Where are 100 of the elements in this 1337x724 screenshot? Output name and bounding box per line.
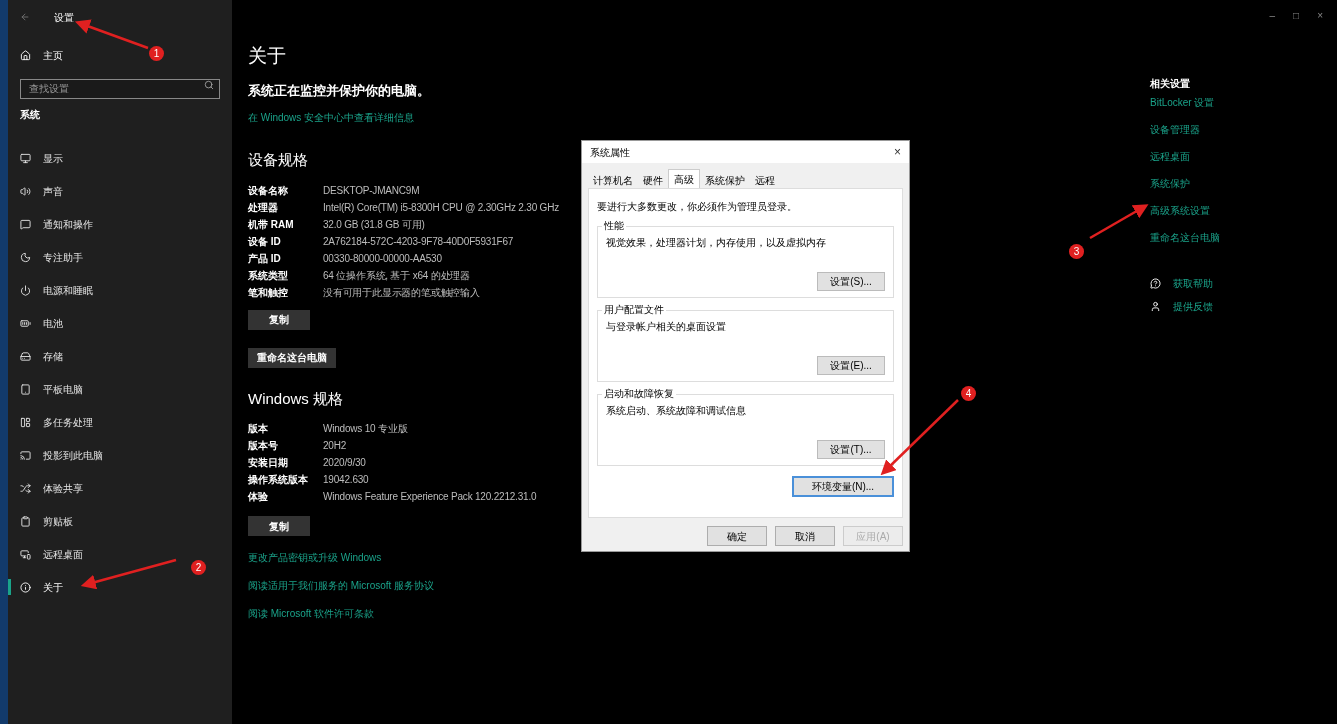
power-icon bbox=[20, 285, 31, 296]
help-link[interactable]: 提供反馈 bbox=[1173, 299, 1213, 314]
group-title: 性能 bbox=[602, 220, 626, 232]
spec-label: 笔和触控 bbox=[248, 285, 289, 300]
sidebar-item[interactable]: 体验共享 bbox=[20, 472, 220, 505]
related-link[interactable]: 重命名这台电脑 bbox=[1150, 232, 1220, 244]
settings-button[interactable]: 设置(E)... bbox=[817, 356, 885, 375]
dialog-tab[interactable]: 计算机名 bbox=[588, 172, 638, 188]
feedback-icon bbox=[1150, 301, 1161, 312]
spec-label: 体验 bbox=[248, 490, 269, 504]
environment-variables-button[interactable]: 环境变量(N)... bbox=[792, 476, 894, 497]
annotation-number: 4 bbox=[961, 386, 976, 401]
tablet-icon bbox=[20, 384, 31, 395]
spec-value: 32.0 GB (31.8 GB 可用) bbox=[323, 217, 425, 232]
spec-label: 机带 RAM bbox=[248, 217, 295, 232]
group-title: 启动和故障恢复 bbox=[602, 388, 676, 400]
moon-icon bbox=[20, 252, 31, 263]
spec-label: 操作系统版本 bbox=[248, 473, 309, 487]
dialog-tab[interactable]: 远程 bbox=[750, 172, 780, 188]
spec-label: 系统类型 bbox=[248, 268, 289, 283]
selection-indicator bbox=[8, 579, 11, 595]
spec-value: 2020/9/30 bbox=[323, 456, 366, 470]
spec-value: 2A762184-572C-4203-9F78-40D0F5931F67 bbox=[323, 234, 514, 249]
group-description: 与登录帐户相关的桌面设置 bbox=[606, 320, 727, 334]
clipboard-icon bbox=[20, 516, 31, 527]
sidebar-item[interactable]: 多任务处理 bbox=[20, 406, 220, 439]
help-link[interactable]: 获取帮助 bbox=[1173, 276, 1213, 291]
spec-value: DESKTOP-JMANC9M bbox=[323, 183, 420, 198]
spec-value: Windows 10 专业版 bbox=[323, 422, 408, 436]
page-title: 关于 bbox=[248, 44, 286, 68]
sidebar-item[interactable]: 显示 bbox=[20, 142, 220, 175]
battery-icon bbox=[20, 318, 31, 329]
section-heading: 设备规格 bbox=[248, 150, 308, 170]
window-control[interactable]: □ bbox=[1293, 8, 1300, 23]
link[interactable]: 更改产品密钥或升级 Windows bbox=[248, 550, 435, 565]
sidebar-item[interactable]: 平板电脑 bbox=[20, 373, 220, 406]
related-link[interactable]: 系统保护 bbox=[1150, 178, 1190, 190]
search-field[interactable]: 查找设置 bbox=[20, 78, 220, 99]
spec-label: 安装日期 bbox=[248, 456, 289, 470]
copy-button[interactable]: 复制 bbox=[248, 309, 310, 330]
dialog-tab[interactable]: 系统保护 bbox=[700, 172, 750, 188]
spec-value: 64 位操作系统, 基于 x64 的处理器 bbox=[323, 268, 470, 283]
help-icon bbox=[1150, 278, 1161, 289]
dialog-title: 系统属性 bbox=[590, 145, 630, 160]
settings-button[interactable]: 设置(S)... bbox=[817, 272, 885, 291]
spec-value: 19042.630 bbox=[323, 473, 369, 487]
sidebar-item[interactable]: 电池 bbox=[20, 307, 220, 340]
sidebar-item[interactable]: 专注助手 bbox=[20, 241, 220, 274]
search-icon bbox=[204, 80, 214, 90]
related-link[interactable]: BitLocker 设置 bbox=[1150, 97, 1215, 109]
close-button[interactable]: × bbox=[894, 143, 901, 161]
status-text: 系统正在监控并保护你的电脑。 bbox=[248, 81, 430, 100]
spec-value: 20H2 bbox=[323, 439, 347, 453]
related-link[interactable]: 设备管理器 bbox=[1150, 124, 1200, 136]
rename-button[interactable]: 重命名这台电脑 bbox=[248, 347, 336, 368]
spec-value: Intel(R) Core(TM) i5-8300H CPU @ 2.30GHz 2.30 GHz bbox=[323, 200, 559, 215]
security-link[interactable]: 在 Windows 安全中心中查看详细信息 bbox=[248, 110, 415, 125]
copy-button[interactable]: 复制 bbox=[248, 516, 310, 536]
sidebar-item[interactable]: 剪贴板 bbox=[20, 505, 220, 538]
spec-label: 版本 bbox=[248, 422, 269, 436]
section-heading: Windows 规格 bbox=[248, 388, 344, 409]
spec-label: 版本号 bbox=[248, 439, 279, 453]
annotation-number: 3 bbox=[1069, 244, 1084, 259]
home-icon bbox=[20, 49, 31, 61]
monitor-icon bbox=[20, 153, 31, 164]
window-control[interactable]: – bbox=[1269, 8, 1276, 23]
section-heading: 系统 bbox=[20, 108, 41, 122]
drive-icon bbox=[20, 351, 31, 362]
dialog-button[interactable]: 确定 bbox=[707, 526, 767, 546]
back-icon[interactable] bbox=[20, 12, 30, 22]
link[interactable]: 阅读适用于我们服务的 Microsoft 服务协议 bbox=[248, 578, 435, 593]
spec-value: 没有可用于此显示器的笔或触控输入 bbox=[323, 285, 480, 300]
sidebar-item[interactable]: 通知和操作 bbox=[20, 208, 220, 241]
related-link[interactable]: 远程桌面 bbox=[1150, 151, 1190, 163]
info-icon bbox=[20, 582, 31, 593]
spec-label: 产品 ID bbox=[248, 251, 282, 266]
remote-desktop-icon bbox=[20, 549, 31, 560]
annotation-arrow bbox=[1089, 204, 1149, 240]
related-link[interactable]: 高级系统设置 bbox=[1150, 205, 1210, 217]
dialog-tab[interactable]: 硬件 bbox=[638, 172, 668, 188]
window-title: 设置 bbox=[54, 10, 74, 25]
layout-icon bbox=[20, 417, 31, 428]
spec-value: 00330-80000-00000-AA530 bbox=[323, 251, 442, 266]
window-control[interactable]: × bbox=[1317, 8, 1323, 23]
sidebar-item[interactable]: 存储 bbox=[20, 340, 220, 373]
related-heading: 相关设置 bbox=[1150, 77, 1190, 91]
spec-label: 设备名称 bbox=[248, 183, 289, 198]
sidebar-item[interactable]: 投影到此电脑 bbox=[20, 439, 220, 472]
message-icon bbox=[20, 219, 31, 230]
spec-label: 处理器 bbox=[248, 200, 279, 215]
settings-button[interactable]: 设置(T)... bbox=[817, 440, 885, 459]
group-description: 视觉效果，处理器计划，内存使用，以及虚拟内存 bbox=[606, 236, 827, 250]
dialog-tab[interactable]: 高级 bbox=[668, 169, 700, 188]
shuffle-icon bbox=[20, 483, 31, 494]
group-title: 用户配置文件 bbox=[602, 304, 666, 316]
spec-label: 设备 ID bbox=[248, 234, 282, 249]
link[interactable]: 阅读 Microsoft 软件许可条款 bbox=[248, 606, 435, 621]
sidebar-item[interactable]: 电源和睡眠 bbox=[20, 274, 220, 307]
sidebar-item[interactable]: 声音 bbox=[20, 175, 220, 208]
dialog-button[interactable]: 取消 bbox=[775, 526, 835, 546]
